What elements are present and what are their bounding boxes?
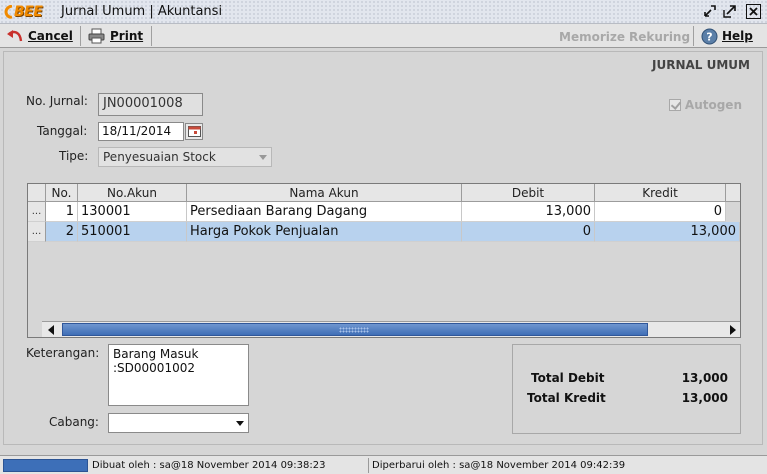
header-nama-akun[interactable]: Nama Akun xyxy=(187,184,462,202)
bee-logo: BEE xyxy=(4,3,43,21)
close-icon xyxy=(749,7,758,16)
cell-nama-akun[interactable]: Harga Pokok Penjualan xyxy=(187,222,462,242)
tipe-select[interactable]: Penyesuaian Stock xyxy=(98,147,272,167)
cell-debit[interactable]: 0 xyxy=(462,222,595,242)
cabang-label: Cabang: xyxy=(49,415,99,429)
toolbar-separator xyxy=(151,26,152,46)
cell-nama-akun[interactable]: Persediaan Barang Dagang xyxy=(187,202,462,222)
header-row-selector xyxy=(28,184,46,202)
toolbar-separator xyxy=(693,26,694,46)
keterangan-label: Keterangan: xyxy=(26,346,100,360)
no-jurnal-label: No. Jurnal: xyxy=(26,94,88,108)
date-picker-button[interactable] xyxy=(185,123,203,140)
header-debit[interactable]: Debit xyxy=(462,184,595,202)
rekuring-button[interactable]: Rekuring xyxy=(629,30,690,44)
checkbox-checked-icon xyxy=(668,99,681,111)
maximize-button[interactable] xyxy=(722,4,737,19)
no-jurnal-field[interactable]: JN00001008 xyxy=(98,93,203,116)
section-title: JURNAL UMUM xyxy=(652,58,750,72)
cell-kredit[interactable]: 0 xyxy=(595,202,726,222)
status-bar: Dibuat oleh : sa@18 November 2014 09:38:… xyxy=(0,455,767,474)
header-kredit[interactable]: Kredit xyxy=(595,184,726,202)
cell-kredit[interactable]: 13,000 xyxy=(595,222,740,242)
calendar-icon xyxy=(187,126,201,137)
journal-table: No. No.Akun Nama Akun Debit Kredit ... 1… xyxy=(27,183,741,338)
toolbar: Cancel Print Memorize Rekuring ? Help xyxy=(0,24,767,48)
restore-down-icon xyxy=(704,5,716,17)
keterangan-textarea[interactable]: Barang Masuk :SD00001002 xyxy=(108,344,249,406)
cabang-select[interactable] xyxy=(108,413,249,433)
print-label: Print xyxy=(110,29,144,43)
cell-no[interactable]: 2 xyxy=(46,222,78,242)
autogen-checkbox[interactable]: Autogen xyxy=(668,98,742,112)
cell-no-akun[interactable]: 510001 xyxy=(78,222,187,242)
table-row-selected[interactable]: ... 2 510001 Harga Pokok Penjualan 0 13,… xyxy=(28,222,740,242)
svg-text:?: ? xyxy=(706,30,712,43)
header-filler xyxy=(726,184,740,202)
horizontal-scrollbar[interactable] xyxy=(42,321,740,337)
chevron-down-icon xyxy=(259,155,267,160)
totals-box: Total Debit 13,000 Total Kredit 13,000 xyxy=(512,344,741,434)
scroll-left-icon[interactable] xyxy=(48,325,54,335)
memorize-button[interactable]: Memorize xyxy=(559,30,625,44)
total-kredit-value: 13,000 xyxy=(681,391,728,405)
toolbar-separator xyxy=(80,26,81,46)
keterangan-line: :SD00001002 xyxy=(113,361,195,375)
help-label: Help xyxy=(722,29,753,43)
logo-text: BEE xyxy=(14,4,43,20)
help-icon: ? xyxy=(701,28,718,44)
tanggal-label: Tanggal: xyxy=(37,124,88,138)
total-kredit-label: Total Kredit xyxy=(527,391,606,405)
scrollbar-thumb[interactable] xyxy=(62,323,648,336)
cancel-button[interactable]: Cancel xyxy=(6,26,73,46)
autogen-label: Autogen xyxy=(684,98,742,112)
cell-no-akun[interactable]: 130001 xyxy=(78,202,187,222)
created-by-text: Dibuat oleh : sa@18 November 2014 09:38:… xyxy=(92,460,326,471)
total-debit-value: 13,000 xyxy=(681,371,728,385)
total-debit-label: Total Debit xyxy=(531,371,605,385)
tipe-value: Penyesuaian Stock xyxy=(103,150,216,164)
tanggal-field[interactable]: 18/11/2014 xyxy=(98,122,184,141)
printer-icon xyxy=(88,28,105,44)
grip-icon xyxy=(339,327,369,333)
tipe-label: Tipe: xyxy=(59,149,89,163)
help-button[interactable]: ? Help xyxy=(701,26,753,46)
header-no-akun[interactable]: No.Akun xyxy=(78,184,187,202)
row-lookup-button[interactable]: ... xyxy=(28,222,46,242)
window-title: Jurnal Umum | Akuntansi xyxy=(61,4,223,19)
row-lookup-button[interactable]: ... xyxy=(28,202,46,222)
updated-by-text: Diperbarui oleh : sa@18 November 2014 09… xyxy=(372,460,626,471)
header-no[interactable]: No. xyxy=(46,184,78,202)
keterangan-line: Barang Masuk xyxy=(113,347,199,361)
cell-no[interactable]: 1 xyxy=(46,202,78,222)
undo-arrow-icon xyxy=(7,30,23,42)
minimize-button[interactable] xyxy=(702,4,717,19)
journal-window: BEE Jurnal Umum | Akuntansi Cancel Print… xyxy=(0,0,767,474)
print-button[interactable]: Print xyxy=(88,26,143,46)
cell-debit[interactable]: 13,000 xyxy=(462,202,595,222)
status-indicator xyxy=(3,459,88,472)
scroll-right-icon[interactable] xyxy=(730,325,736,335)
chevron-down-icon xyxy=(236,421,244,426)
cancel-label: Cancel xyxy=(28,29,73,43)
title-bar: BEE Jurnal Umum | Akuntansi xyxy=(0,0,767,24)
close-button[interactable] xyxy=(746,4,761,19)
status-separator xyxy=(368,458,369,473)
maximize-icon xyxy=(723,5,736,18)
table-row[interactable]: ... 1 130001 Persediaan Barang Dagang 13… xyxy=(28,202,740,222)
journal-panel: JURNAL UMUM No. Jurnal: JN00001008 Tangg… xyxy=(3,51,763,445)
bee-logo-icon xyxy=(4,5,13,19)
